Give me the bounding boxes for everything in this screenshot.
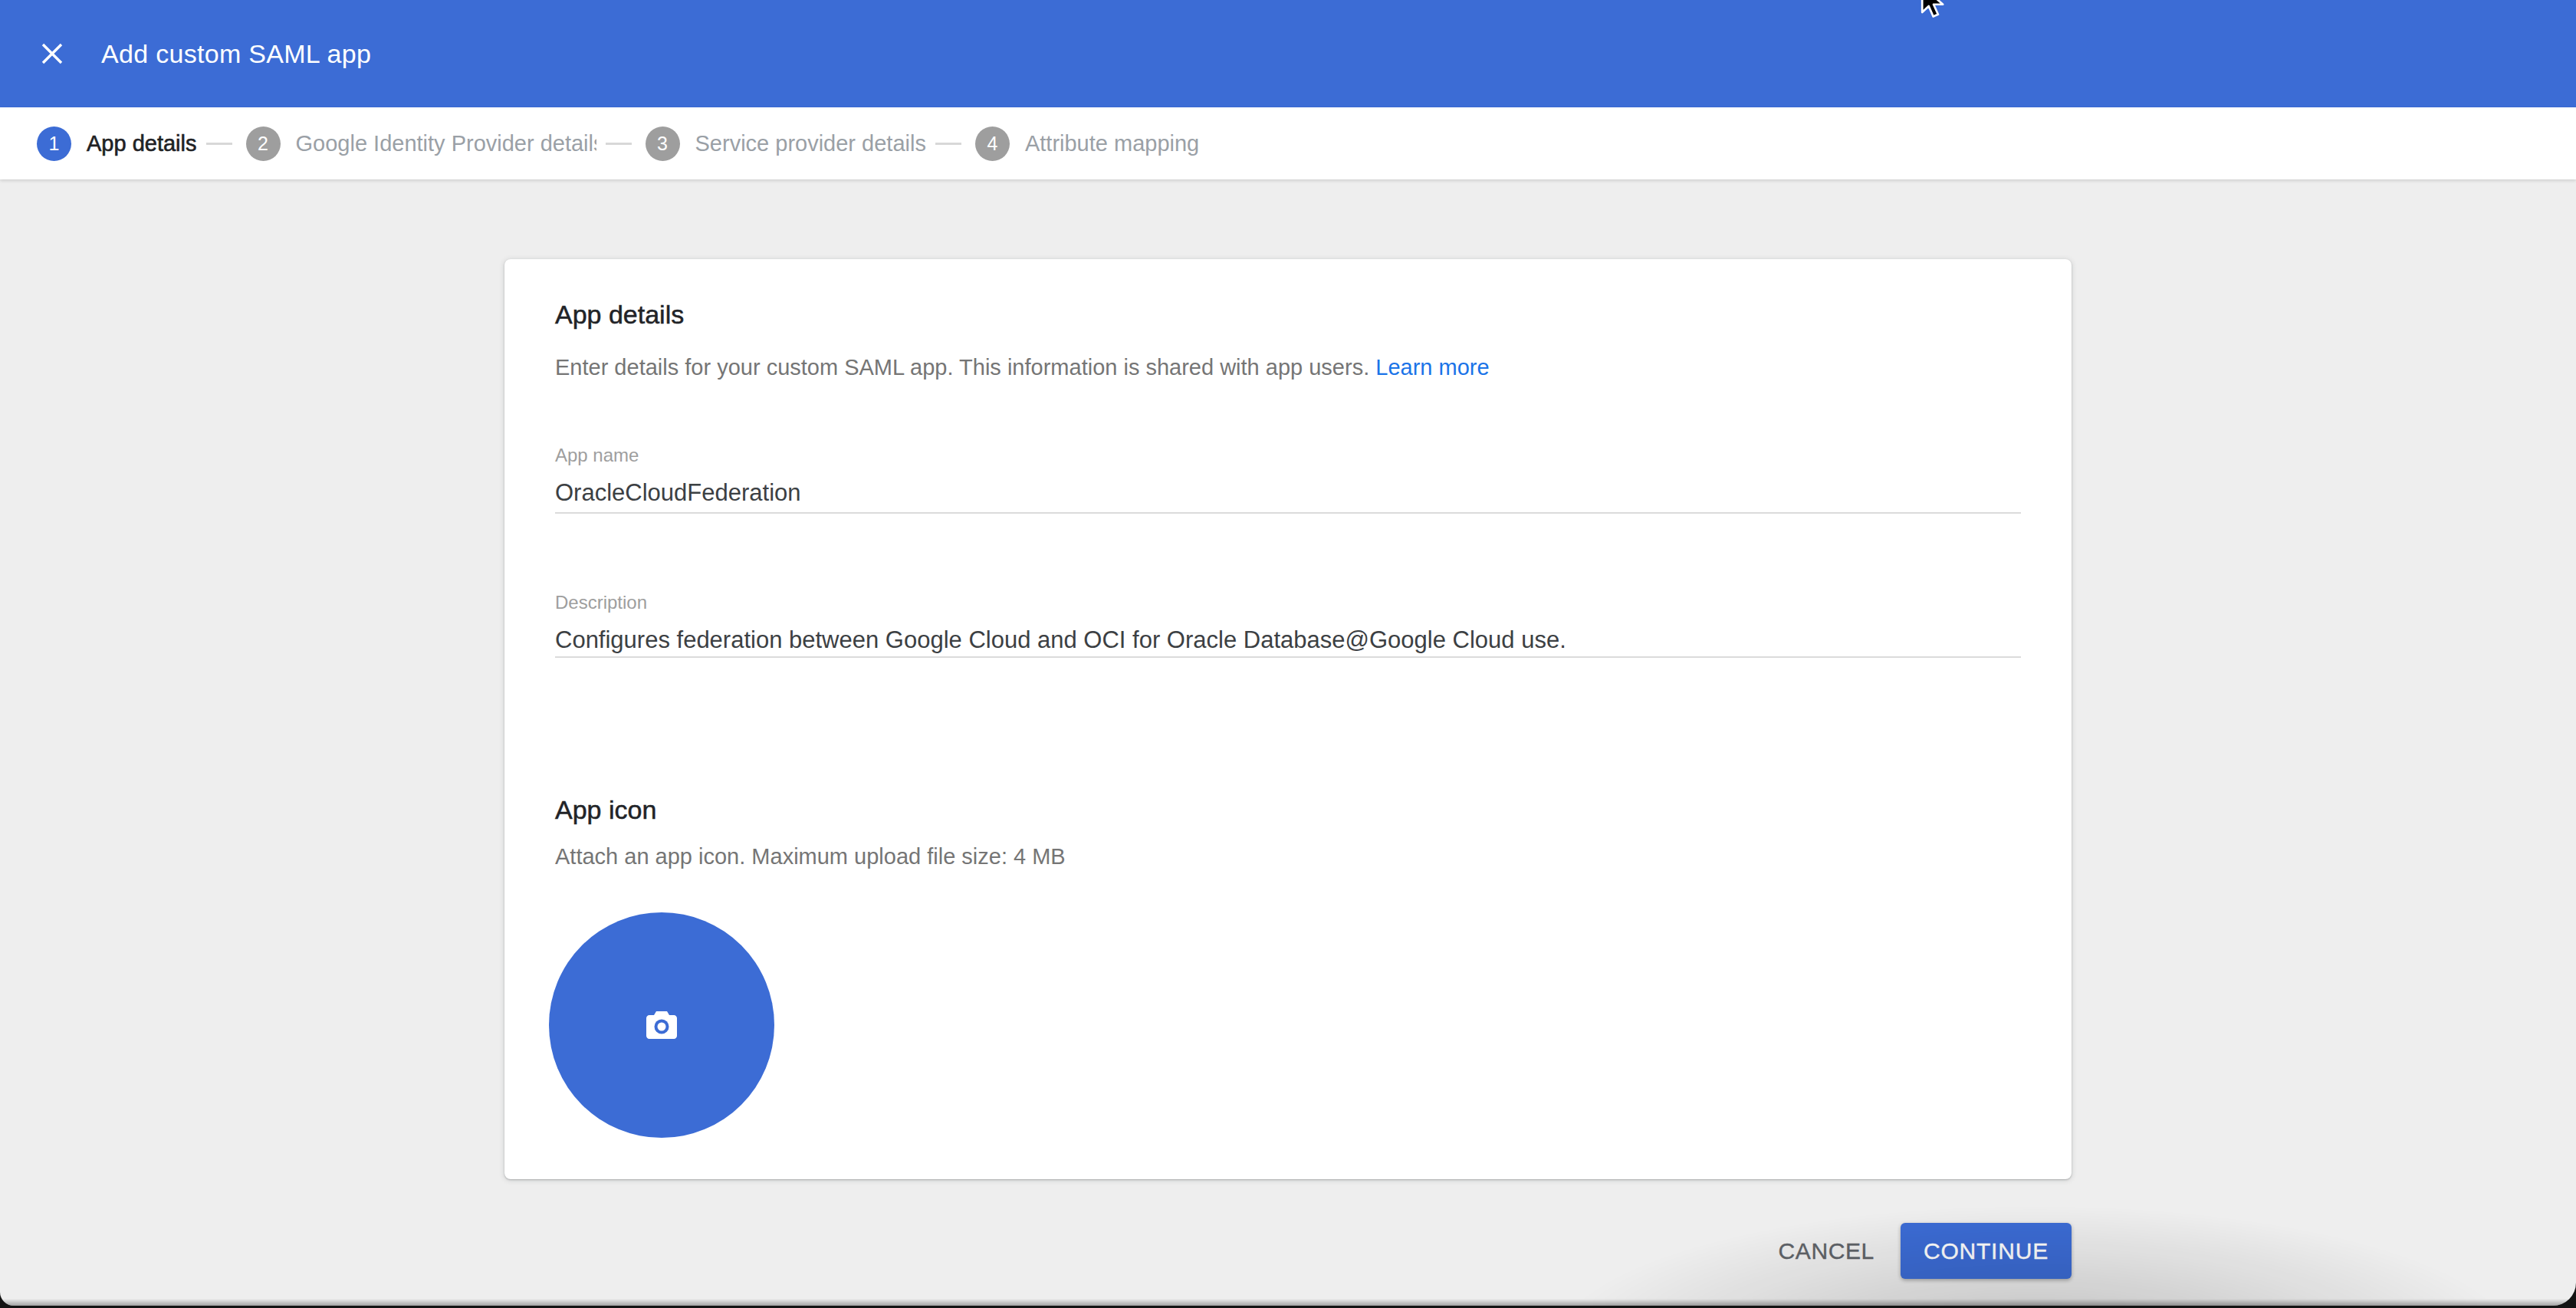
dialog-screen: Add custom SAML app 1 App details 2 Goog… bbox=[0, 0, 2576, 1306]
app-icon-heading: App icon bbox=[555, 793, 2021, 827]
description-field[interactable]: Description Configures federation betwee… bbox=[555, 591, 2021, 658]
app-name-label: App name bbox=[555, 444, 2021, 467]
step-divider bbox=[206, 143, 232, 145]
camera-icon bbox=[643, 1008, 680, 1042]
dialog-title: Add custom SAML app bbox=[101, 39, 371, 69]
app-details-heading: App details bbox=[555, 297, 2021, 331]
dialog-actions: CANCEL CONTINUE bbox=[504, 1223, 2072, 1279]
step-3-label: Service provider details bbox=[695, 131, 926, 156]
step-google-idp-details[interactable]: 2 Google Identity Provider details bbox=[246, 127, 596, 161]
dialog-content: App details Enter details for your custo… bbox=[0, 179, 2576, 1279]
step-app-details[interactable]: 1 App details bbox=[37, 127, 197, 161]
cancel-button[interactable]: CANCEL bbox=[1779, 1238, 1875, 1264]
app-name-input[interactable]: OracleCloudFederation bbox=[555, 478, 2021, 508]
app-icon-description: Attach an app icon. Maximum upload file … bbox=[555, 842, 2021, 871]
step-4-circle: 4 bbox=[975, 127, 1010, 161]
step-attribute-mapping[interactable]: 4 Attribute mapping bbox=[975, 127, 1199, 161]
step-2-label: Google Identity Provider details bbox=[296, 131, 596, 156]
close-button[interactable] bbox=[38, 40, 66, 67]
step-1-label: App details bbox=[87, 131, 197, 156]
app-icon-upload-button[interactable] bbox=[549, 912, 774, 1138]
app-details-card: App details Enter details for your custo… bbox=[504, 259, 2072, 1179]
learn-more-link[interactable]: Learn more bbox=[1375, 355, 1489, 380]
app-name-field[interactable]: App name OracleCloudFederation bbox=[555, 444, 2021, 514]
continue-button[interactable]: CONTINUE bbox=[1901, 1223, 2072, 1279]
close-icon bbox=[39, 41, 65, 67]
mouse-cursor bbox=[1917, 0, 1944, 21]
step-divider bbox=[606, 143, 632, 145]
app-details-description: Enter details for your custom SAML app. … bbox=[555, 353, 2021, 382]
dialog-header: Add custom SAML app bbox=[0, 0, 2576, 107]
step-4-label: Attribute mapping bbox=[1025, 131, 1199, 156]
description-input[interactable]: Configures federation between Google Clo… bbox=[555, 626, 2021, 655]
step-3-circle: 3 bbox=[646, 127, 680, 161]
step-divider bbox=[935, 143, 961, 145]
step-1-circle: 1 bbox=[37, 127, 71, 161]
description-label: Description bbox=[555, 591, 2021, 614]
stepper: 1 App details 2 Google Identity Provider… bbox=[0, 107, 2576, 179]
step-service-provider-details[interactable]: 3 Service provider details bbox=[646, 127, 926, 161]
step-2-circle: 2 bbox=[246, 127, 281, 161]
